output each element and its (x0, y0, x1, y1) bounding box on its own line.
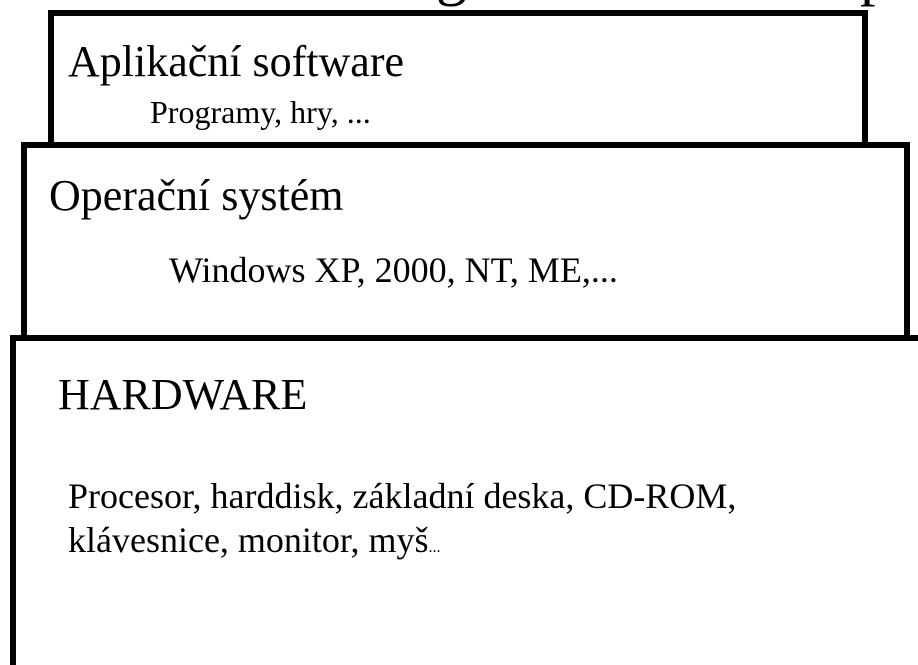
application-layer-box: Aplikační software Programy, hry, ... (48, 10, 868, 150)
hardware-subtitle-line-2: klávesnice, monitor, myš (68, 519, 429, 560)
hardware-subtitle-ellipsis: ... (428, 538, 441, 556)
hardware-subtitle-line-1: Procesor, harddisk, základní deska, CD-R… (68, 476, 737, 516)
cropped-heading-right: p (860, 0, 891, 4)
hardware-layer-box: HARDWARE Procesor, harddisk, základní de… (10, 335, 918, 665)
operating-system-layer-box: Operační systém Windows XP, 2000, NT, ME… (21, 142, 910, 341)
hardware-layer-subtitle: Procesor, harddisk, základní deska, CD-R… (68, 475, 736, 563)
operating-system-layer-title: Operační systém (49, 171, 344, 220)
application-layer-subtitle: Programy, hry, ... (150, 94, 371, 130)
hardware-layer-title: HARDWARE (58, 370, 308, 419)
cropped-heading-left: g (436, 0, 467, 4)
operating-system-layer-subtitle: Windows XP, 2000, NT, ME,... (169, 250, 618, 290)
application-layer-title: Aplikační software (68, 37, 404, 86)
